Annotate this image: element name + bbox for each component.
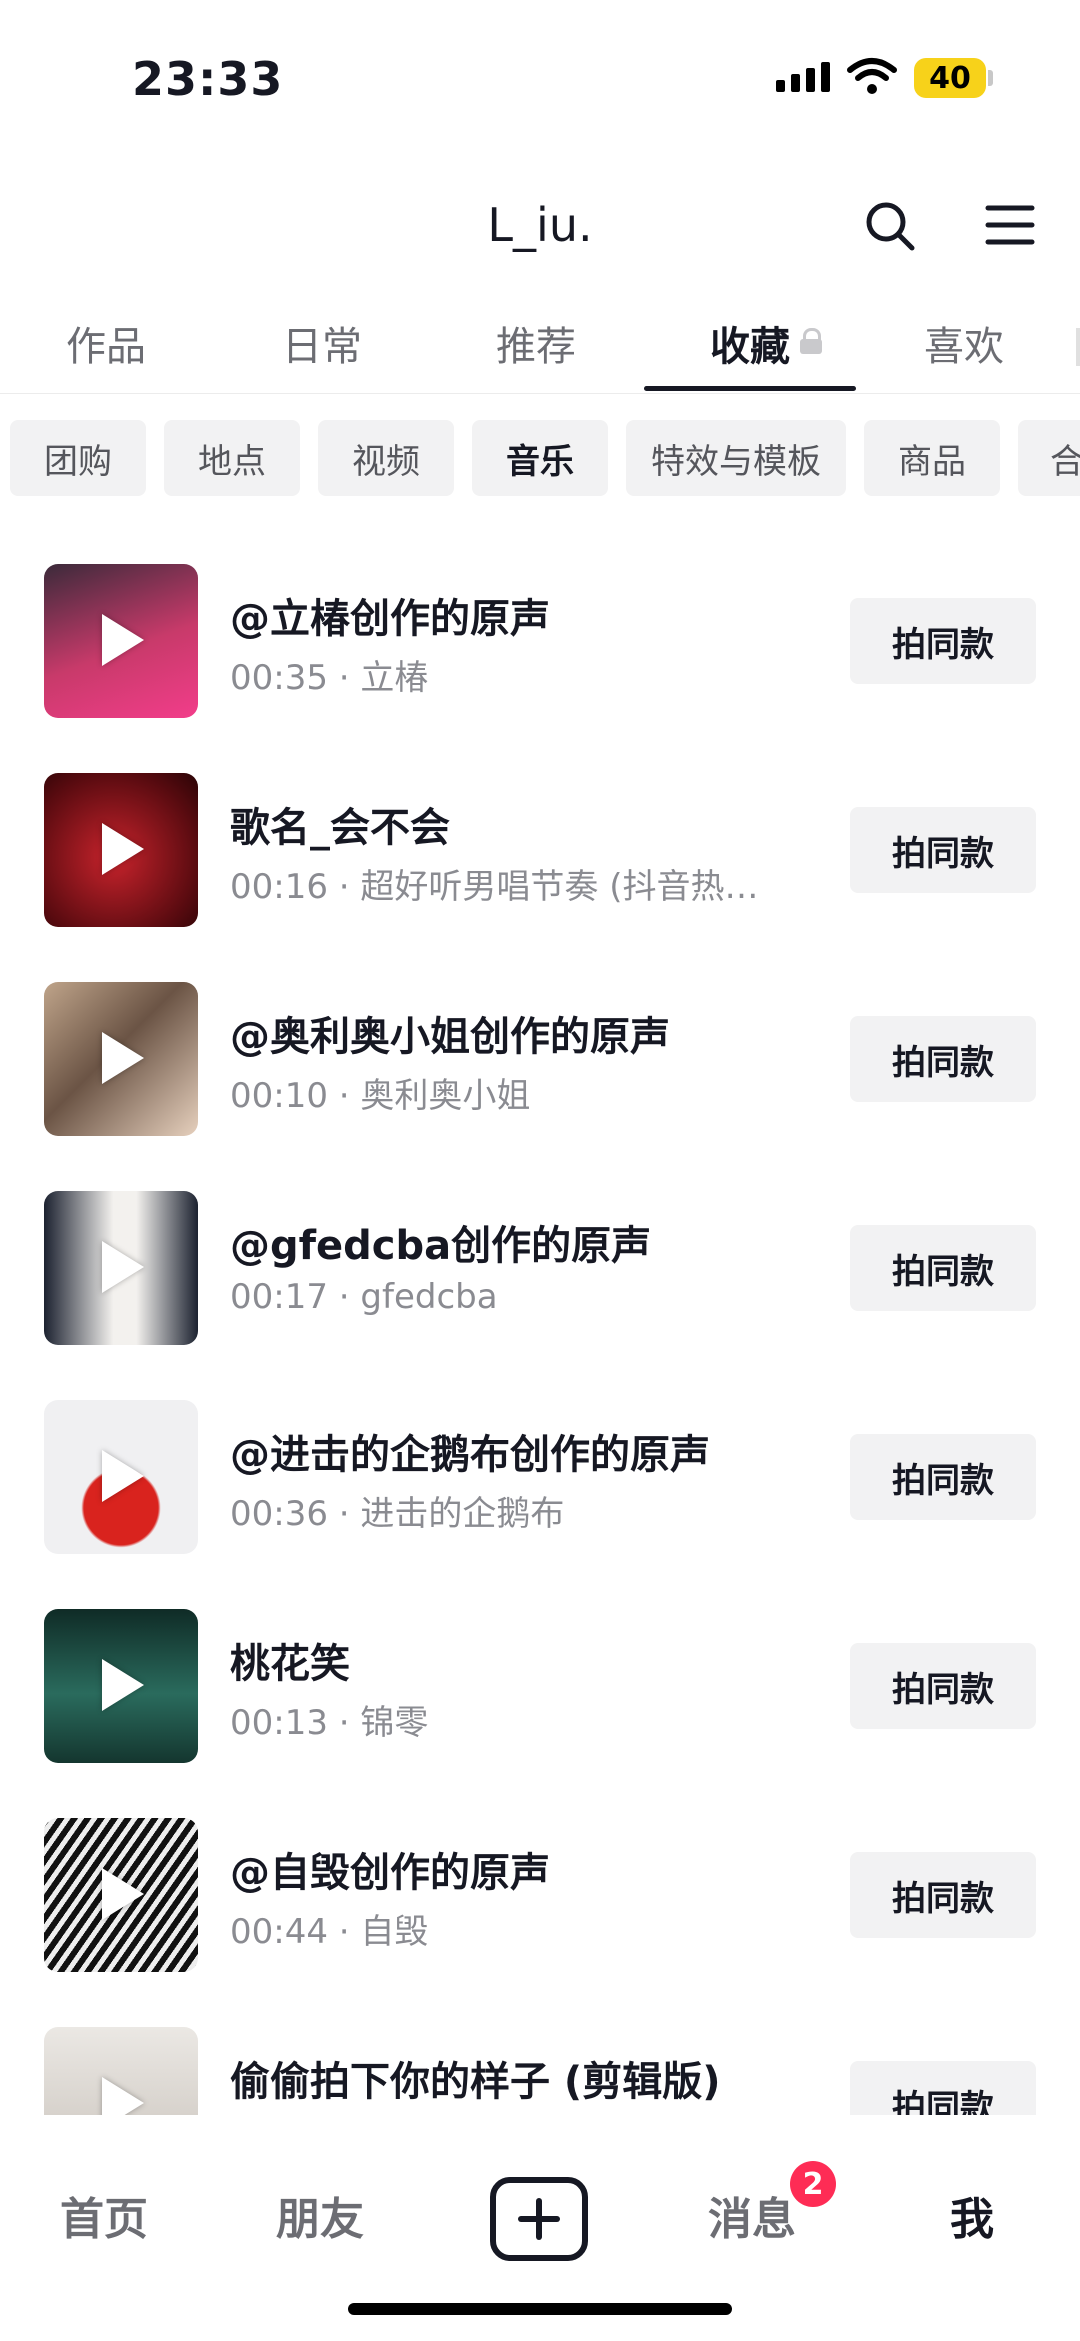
profile-name: L_iu. — [487, 198, 593, 252]
list-item[interactable]: @自毁创作的原声 00:44 · 自毁 拍同款 — [0, 1754, 1080, 1972]
chip-collections[interactable]: 合 — [1018, 420, 1080, 496]
tab-recommend[interactable]: 推荐 — [496, 314, 576, 372]
use-sound-button[interactable]: 拍同款 — [850, 1643, 1036, 1729]
song-meta: 00:10 · 奥利奥小姐 — [230, 1076, 531, 1116]
search-icon[interactable] — [862, 198, 918, 254]
list-item[interactable]: 桃花笑 00:13 · 锦零 拍同款 — [0, 1545, 1080, 1763]
music-thumbnail[interactable] — [44, 1818, 198, 1972]
list-item[interactable]: @立椿创作的原声 00:35 · 立椿 拍同款 — [0, 500, 1080, 718]
menu-icon[interactable] — [984, 200, 1036, 250]
cellular-signal-icon — [776, 62, 830, 92]
play-icon — [102, 614, 144, 666]
tab-active-indicator — [644, 386, 856, 391]
song-title: @进击的企鹅布创作的原声 — [230, 1432, 710, 1478]
use-sound-button[interactable]: 拍同款 — [850, 2061, 1036, 2115]
status-time: 23:33 — [132, 52, 284, 106]
music-thumbnail[interactable] — [44, 564, 198, 718]
song-title: 歌名_会不会 — [230, 805, 450, 851]
play-icon — [102, 1241, 144, 1293]
use-sound-button[interactable]: 拍同款 — [850, 598, 1036, 684]
tab-daily[interactable]: 日常 — [282, 314, 362, 372]
chip-places[interactable]: 地点 — [164, 420, 300, 496]
status-bar: 23:33 40 — [0, 0, 1080, 160]
battery-indicator: 40 — [914, 58, 986, 98]
nav-friends[interactable]: 朋友 — [276, 2183, 364, 2247]
music-thumbnail[interactable] — [44, 2027, 198, 2115]
list-item[interactable]: @进击的企鹅布创作的原声 00:36 · 进击的企鹅布 拍同款 — [0, 1336, 1080, 1554]
use-sound-button[interactable]: 拍同款 — [850, 807, 1036, 893]
favorites-filter-chips: 团购 地点 视频 音乐 特效与模板 商品 合 — [0, 420, 1080, 498]
tab-works[interactable]: 作品 — [66, 314, 146, 372]
tab-favorites-label: 收藏 — [710, 324, 790, 370]
chip-products[interactable]: 商品 — [864, 420, 1000, 496]
chip-music[interactable]: 音乐 — [472, 420, 608, 496]
music-thumbnail[interactable] — [44, 982, 198, 1136]
use-sound-button[interactable]: 拍同款 — [850, 1852, 1036, 1938]
play-icon — [102, 1450, 144, 1502]
create-plus-button[interactable] — [490, 2177, 588, 2261]
song-title: @gfedcba创作的原声 — [230, 1223, 652, 1269]
music-thumbnail[interactable] — [44, 773, 198, 927]
music-thumbnail[interactable] — [44, 1400, 198, 1554]
nav-me[interactable]: 我 — [950, 2183, 994, 2247]
song-title: @奥利奥小姐创作的原声 — [230, 1014, 670, 1060]
chip-effects-templates[interactable]: 特效与模板 — [626, 420, 846, 496]
wifi-icon — [847, 58, 897, 94]
tab-favorites[interactable]: 收藏 — [710, 314, 822, 372]
profile-header: L_iu. — [0, 180, 1080, 270]
song-meta: 00:13 · 锦零 — [230, 1703, 429, 1743]
tab-overflow-edge — [1076, 328, 1080, 366]
song-title: 偷偷拍下你的样子 (剪辑版) — [230, 2059, 721, 2105]
list-item[interactable]: 偷偷拍下你的样子 (剪辑版) 拍同款 — [0, 1963, 1080, 2115]
play-icon — [102, 1659, 144, 1711]
play-icon — [102, 1868, 144, 1920]
use-sound-button[interactable]: 拍同款 — [850, 1225, 1036, 1311]
list-item[interactable]: @gfedcba创作的原声 00:17 · gfedcba 拍同款 — [0, 1127, 1080, 1345]
song-title: @自毁创作的原声 — [230, 1850, 550, 1896]
song-meta: 00:35 · 立椿 — [230, 658, 429, 698]
music-thumbnail[interactable] — [44, 1609, 198, 1763]
song-meta: 00:36 · 进击的企鹅布 — [230, 1494, 565, 1534]
play-icon — [102, 2077, 144, 2115]
battery-cap — [988, 70, 993, 86]
use-sound-button[interactable]: 拍同款 — [850, 1016, 1036, 1102]
song-meta: 00:16 · 超好听男唱节奏 (抖音热… — [230, 867, 759, 907]
song-meta: 00:44 · 自毁 — [230, 1912, 429, 1952]
music-thumbnail[interactable] — [44, 1191, 198, 1345]
chip-group-buy[interactable]: 团购 — [10, 420, 146, 496]
song-meta: 00:17 · gfedcba — [230, 1277, 498, 1317]
home-indicator — [348, 2303, 732, 2315]
messages-unread-badge: 2 — [790, 2161, 836, 2207]
use-sound-button[interactable]: 拍同款 — [850, 1434, 1036, 1520]
music-list: @立椿创作的原声 00:35 · 立椿 拍同款 歌名_会不会 00:16 · 超… — [0, 500, 1080, 2115]
chip-videos[interactable]: 视频 — [318, 420, 454, 496]
list-item[interactable]: 歌名_会不会 00:16 · 超好听男唱节奏 (抖音热… 拍同款 — [0, 709, 1080, 927]
list-item[interactable]: @奥利奥小姐创作的原声 00:10 · 奥利奥小姐 拍同款 — [0, 918, 1080, 1136]
nav-home[interactable]: 首页 — [60, 2183, 148, 2247]
play-icon — [102, 823, 144, 875]
nav-messages[interactable]: 消息 — [708, 2183, 796, 2247]
lock-icon — [800, 328, 822, 354]
profile-tabs: 作品 日常 推荐 收藏 喜欢 — [0, 300, 1080, 394]
play-icon — [102, 1032, 144, 1084]
tab-likes[interactable]: 喜欢 — [924, 314, 1004, 372]
song-title: 桃花笑 — [230, 1641, 350, 1687]
song-title: @立椿创作的原声 — [230, 596, 550, 642]
